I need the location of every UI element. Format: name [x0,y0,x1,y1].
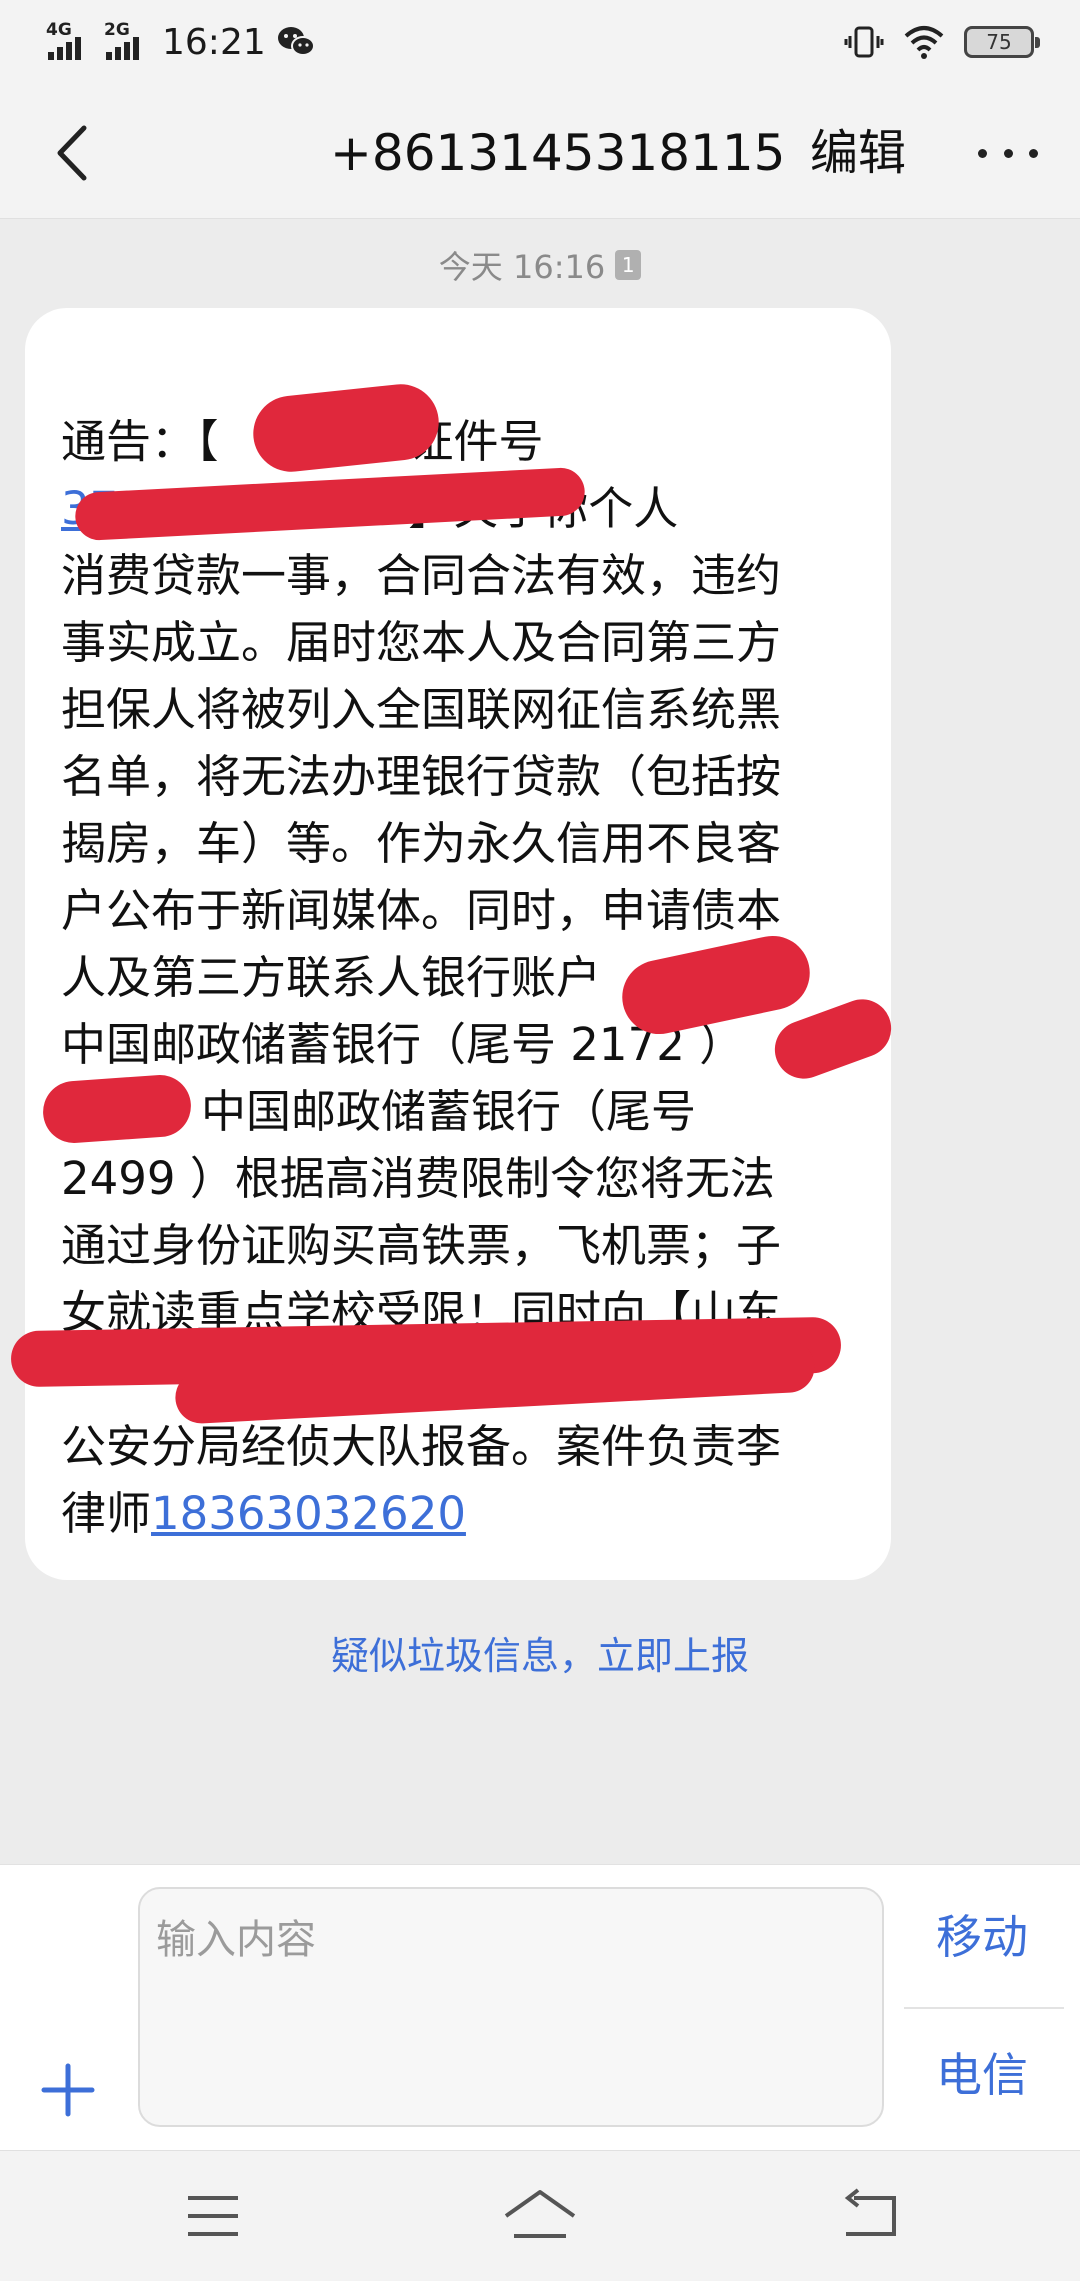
message-input-placeholder: 输入内容 [156,1917,316,1963]
sim-badge-icon: 1 [615,250,642,280]
message-time: 今天 16:16 [438,248,606,286]
send-sim1-button[interactable]: 移动 [898,1887,1066,1987]
signal-4g-icon: 4G [46,20,94,62]
status-left: 4G 2G 16:21 [46,14,316,70]
msg-line-5: 担保人将被列入全国联网征信系统黑 [61,683,782,736]
message-input[interactable]: 输入内容 [138,1887,884,2127]
redaction-mark-5 [41,1072,193,1146]
signal-2g-icon: 2G [104,20,152,62]
back-icon[interactable] [40,118,110,188]
msg-line-16: 公安分局经侦大队报备。案件负责李 [61,1420,782,1473]
menu-icon[interactable] [178,2186,248,2246]
phone-link[interactable]: 18363032620 [151,1487,466,1540]
wechat-icon [277,27,315,56]
home-icon[interactable] [500,2186,580,2246]
sim-divider [904,2007,1064,2009]
conversation-header: +8613145318115 编辑 [0,88,1080,219]
back-nav-icon[interactable] [836,2186,906,2246]
message-time-row: 今天 16:16 1 [0,240,1080,290]
send-sim2-button[interactable]: 电信 [898,2025,1066,2125]
msg-line-11: 中国邮政储蓄银行（尾号 [201,1085,697,1138]
msg-line-6: 名单，将无法办理银行贷款（包括按 [61,750,782,803]
more-icon[interactable] [978,118,1038,188]
msg-line-4: 事实成立。届时您本人及合同第三方 [61,616,782,669]
msg-line-13: 通过身份证购买高铁票，飞机票；子 [61,1219,782,1272]
edit-button[interactable]: 编辑 [810,118,906,188]
battery-icon: 75 [964,26,1040,58]
report-spam-link[interactable]: 疑似垃圾信息，立即上报 [0,1625,1080,1680]
status-time: 16:21 [162,21,266,63]
msg-line-7: 揭房，车）等。作为永久信用不良客 [61,817,782,870]
msg-line-8: 户公布于新闻媒体。同时，申请债本 [61,884,782,937]
msg-line-12: 2499 ）根据高消费限制令您将无法 [61,1152,775,1205]
msg-line-9: 人及第三方联系人银行账户 [61,951,602,1004]
message-composer: 输入内容 移动 电信 [0,1864,1080,2151]
plus-icon[interactable] [38,2060,98,2120]
wifi-icon [904,26,944,59]
status-right: 75 [844,14,1040,70]
vibrate-icon [844,26,884,58]
msg-line-3: 消费贷款一事，合同合法有效，违约 [61,549,782,602]
battery-level: 75 [986,30,1012,54]
status-bar: 4G 2G 16:21 75 [0,0,1080,88]
contact-title: +8613145318115 [330,124,786,182]
msg-line-17: 律师 [61,1487,152,1540]
message-bubble[interactable]: 通告：【证件号 37】关于你个人 消费贷款一事，合同合法有效，违约 事实成立。届… [10,308,900,1580]
msg-line-1: 通告：【 [61,415,219,468]
system-nav-bar [0,2150,1080,2281]
